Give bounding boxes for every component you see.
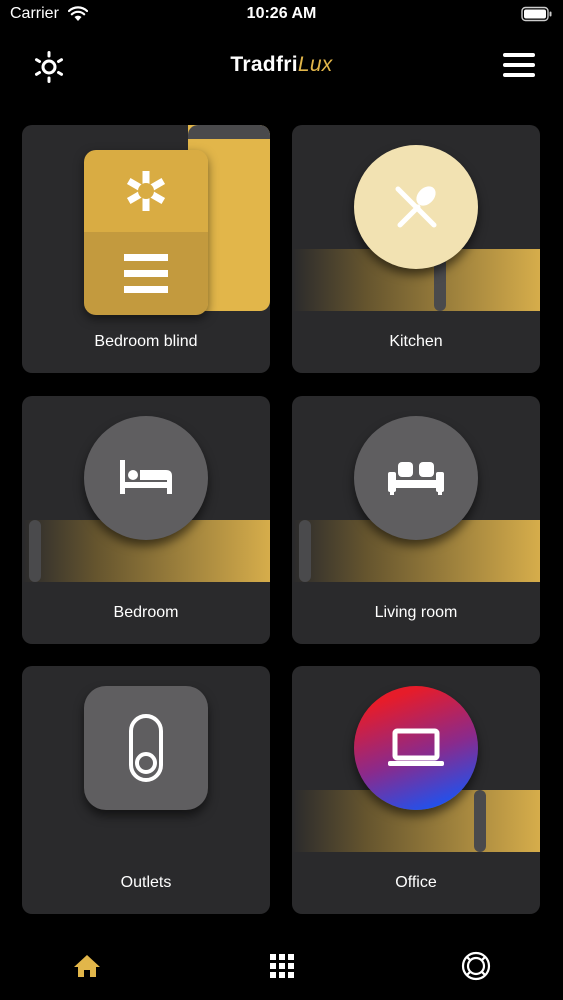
blind-control[interactable]	[84, 150, 208, 315]
app-title: TradfriLux	[0, 53, 563, 77]
app-title-accent: Lux	[297, 53, 333, 76]
tile-living-room[interactable]: Living room	[292, 396, 540, 644]
lifebuoy-icon	[461, 951, 491, 981]
tile-label: Bedroom blind	[94, 333, 198, 350]
tab-grid[interactable]	[262, 949, 302, 983]
blind-open-button[interactable]	[84, 150, 208, 232]
tile-label: Office	[395, 874, 437, 891]
tab-bar	[0, 935, 563, 1000]
tile-kitchen[interactable]: Kitchen	[292, 125, 540, 373]
battery-icon	[521, 6, 552, 22]
tile-office[interactable]: Office	[292, 666, 540, 914]
grid-icon	[270, 954, 294, 978]
tab-help[interactable]	[456, 949, 496, 983]
sofa-icon	[388, 462, 444, 495]
hamburger-icon	[503, 53, 535, 57]
laptop-icon	[388, 728, 444, 766]
clock: 10:26 AM	[246, 5, 317, 22]
brightness-slider-thumb[interactable]	[29, 520, 41, 582]
tile-bedroom-blind[interactable]: Bedroom blind	[22, 125, 270, 373]
light-toggle-button[interactable]	[354, 145, 478, 269]
outlet-toggle-button[interactable]	[84, 686, 208, 810]
tile-label: Living room	[374, 604, 458, 621]
app-title-main: Tradfri	[230, 53, 298, 76]
tile-label: Outlets	[120, 874, 172, 891]
tile-label: Kitchen	[389, 333, 443, 350]
blind-rail	[188, 125, 270, 139]
switch-icon	[129, 714, 163, 782]
status-bar: Carrier 10:26 AM	[0, 0, 563, 30]
bed-icon	[120, 460, 172, 494]
asterisk-icon	[126, 171, 166, 211]
fork-spoon-icon	[395, 186, 437, 228]
menu-button[interactable]	[503, 53, 537, 79]
header: TradfriLux	[0, 40, 563, 92]
tile-bedroom[interactable]: Bedroom	[22, 396, 270, 644]
home-icon	[74, 955, 100, 977]
blind-close-button[interactable]	[84, 232, 208, 315]
light-toggle-button[interactable]	[354, 686, 478, 810]
light-toggle-button[interactable]	[354, 416, 478, 540]
light-toggle-button[interactable]	[84, 416, 208, 540]
brightness-slider-thumb[interactable]	[299, 520, 311, 582]
lines-icon	[124, 253, 168, 293]
tile-label: Bedroom	[113, 604, 179, 621]
tab-home[interactable]	[67, 949, 107, 983]
brightness-slider-thumb[interactable]	[474, 790, 486, 852]
tile-outlets[interactable]: Outlets	[22, 666, 270, 914]
